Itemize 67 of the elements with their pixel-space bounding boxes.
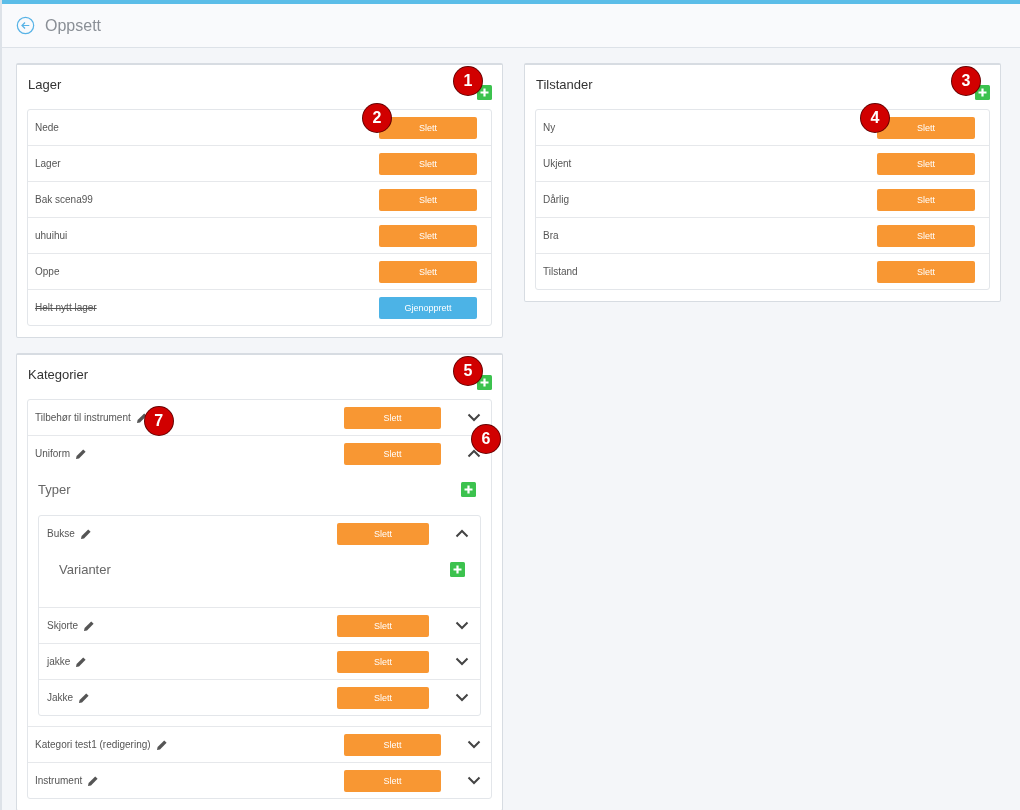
delete-button[interactable]: Slett xyxy=(344,769,441,792)
callout-badge: 1 xyxy=(454,67,482,95)
pencil-icon[interactable] xyxy=(78,691,91,704)
type-name: jakke xyxy=(47,656,71,667)
chevron-icon[interactable] xyxy=(455,529,469,538)
item-name: Ukjent xyxy=(543,158,573,169)
category-name: Uniform xyxy=(35,448,70,459)
type-name: Skjorte xyxy=(47,620,79,631)
item-name: Bak scena99 xyxy=(35,194,94,205)
panel-title: Tilstander xyxy=(536,77,593,92)
item-name: Dårlig xyxy=(543,194,571,205)
item-name: Bra xyxy=(543,230,560,241)
delete-button[interactable]: Slett xyxy=(344,733,441,756)
pencil-icon[interactable] xyxy=(75,447,87,460)
chevron-icon[interactable] xyxy=(455,657,469,666)
callout-badge: 4 xyxy=(861,103,889,132)
add-icon[interactable] xyxy=(477,85,492,100)
add-icon[interactable] xyxy=(975,85,990,100)
chevron-icon[interactable] xyxy=(467,740,481,749)
add-icon[interactable] xyxy=(477,375,492,390)
category-name: Kategori test1 (redigering) xyxy=(35,739,151,750)
delete-button[interactable]: Slett xyxy=(337,650,429,673)
panel-title: Kategorier xyxy=(28,367,88,382)
row-button[interactable]: Slett xyxy=(877,152,975,175)
type-name: Bukse xyxy=(47,528,75,539)
pencil-icon[interactable] xyxy=(155,738,168,751)
chevron-icon[interactable] xyxy=(467,776,481,785)
page-title: Oppsett xyxy=(45,16,102,35)
item-name: Helt nytt lager xyxy=(35,302,98,313)
callout-badge: 7 xyxy=(144,406,173,435)
item-name: Ny xyxy=(543,122,557,133)
row-button[interactable]: Slett xyxy=(877,260,975,283)
category-name: Tilbehør til instrument xyxy=(35,412,131,423)
pencil-icon[interactable] xyxy=(87,774,100,787)
delete-button[interactable]: Slett xyxy=(337,522,429,545)
delete-button[interactable]: Slett xyxy=(344,406,441,429)
pencil-icon[interactable] xyxy=(79,527,92,540)
delete-button[interactable]: Slett xyxy=(337,614,429,637)
panel-title: Lager xyxy=(28,77,62,92)
delete-button[interactable]: Slett xyxy=(344,442,441,465)
callout-badge: 6 xyxy=(472,425,500,453)
pencil-icon[interactable] xyxy=(75,655,88,668)
section-title: Varianter xyxy=(59,561,111,577)
chevron-icon[interactable] xyxy=(467,413,481,422)
chevron-icon[interactable] xyxy=(455,693,469,702)
delete-button[interactable]: Slett xyxy=(337,686,429,709)
item-name: Nede xyxy=(35,122,60,133)
chevron-icon[interactable] xyxy=(455,621,469,630)
callout-badge: 3 xyxy=(952,67,980,95)
row-button[interactable]: Slett xyxy=(379,224,477,247)
type-name: Jakke xyxy=(47,692,74,703)
callout-badge: 2 xyxy=(363,103,391,132)
section-title: Typer xyxy=(38,481,71,497)
item-name: uhuihui xyxy=(35,230,69,241)
row-button[interactable]: Slett xyxy=(877,188,975,211)
pencil-icon[interactable] xyxy=(83,619,96,632)
row-button[interactable]: Slett xyxy=(379,260,477,283)
callout-badge: 5 xyxy=(454,357,482,385)
category-name: Instrument xyxy=(35,775,83,786)
item-name: Lager xyxy=(35,158,62,169)
row-button[interactable]: Slett xyxy=(877,224,975,247)
chevron-icon[interactable] xyxy=(467,449,481,458)
row-button[interactable]: Gjenopprett xyxy=(379,296,477,319)
row-button[interactable]: Slett xyxy=(379,188,477,211)
row-button[interactable]: Slett xyxy=(379,152,477,175)
item-name: Oppe xyxy=(35,266,61,277)
item-name: Tilstand xyxy=(543,266,579,277)
